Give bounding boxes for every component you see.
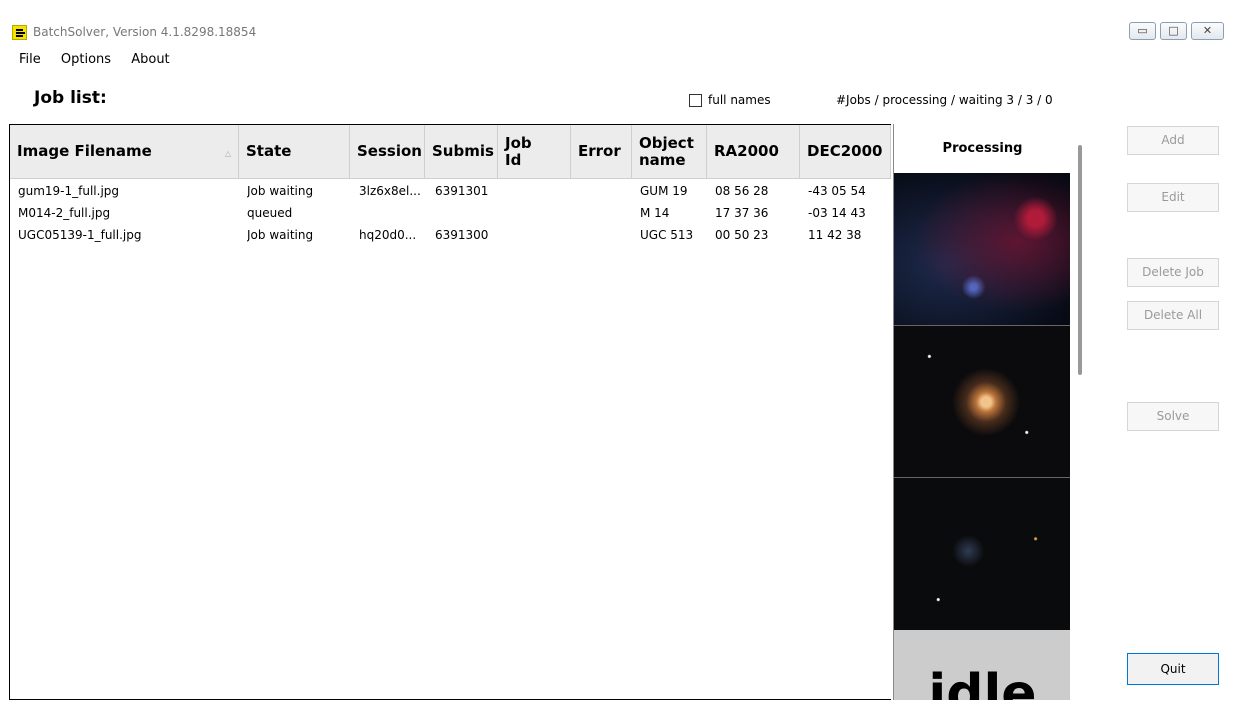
column-header-dec2000[interactable]: DEC2000 — [800, 125, 891, 178]
table-cell: gum19-1_full.jpg — [18, 184, 120, 198]
table-row[interactable]: gum19-1_full.jpg Job waiting 3lz6x8el... 63… — [10, 181, 891, 203]
edit-button[interactable]: Edit — [1127, 183, 1219, 212]
delete-job-button[interactable]: Delete Job — [1127, 258, 1219, 287]
processing-panel: Processing idle — [893, 124, 1070, 700]
processing-header: Processing — [894, 124, 1070, 173]
idle-text: idle — [928, 664, 1037, 700]
column-header-ra2000[interactable]: RA2000 — [707, 125, 800, 178]
column-header-session[interactable]: Session — [350, 125, 425, 178]
table-cell: -43 05 54 — [808, 184, 866, 198]
menu-options[interactable]: Options — [61, 52, 111, 67]
table-cell: hq20d0... — [359, 228, 417, 242]
delete-all-button[interactable]: Delete All — [1127, 301, 1219, 330]
table-cell: 11 42 38 — [808, 228, 862, 242]
table-row[interactable]: M014-2_full.jpg queued M 14 17 37 36 -03 14 … — [10, 203, 891, 225]
table-cell: Job waiting — [247, 228, 314, 242]
table-cell: M014-2_full.jpg — [18, 206, 111, 220]
full-names-label: full names — [708, 93, 771, 107]
sort-ascending-icon: △ — [224, 149, 231, 158]
full-names-option[interactable]: full names — [689, 93, 771, 107]
table-cell: M 14 — [640, 206, 670, 220]
table-cell: 17 37 36 — [715, 206, 769, 220]
column-header-image-filename[interactable]: Image Filename △ — [10, 125, 239, 178]
table-cell: 6391300 — [435, 228, 489, 242]
column-header-error[interactable]: Error — [571, 125, 632, 178]
minimize-icon: ▭ — [1137, 24, 1148, 37]
close-icon: ✕ — [1202, 24, 1213, 37]
table-cell: 3lz6x8el... — [359, 184, 421, 198]
app-icon — [12, 25, 27, 40]
full-names-checkbox[interactable] — [689, 93, 702, 107]
table-cell: GUM 19 — [640, 184, 688, 198]
maximize-icon: □ — [1168, 24, 1179, 37]
column-header-submission[interactable]: Submis — [425, 125, 498, 178]
table-cell: -03 14 43 — [808, 206, 866, 220]
title-bar: BatchSolver, Version 4.1.8298.18854 ▭ □ … — [0, 0, 1257, 44]
table-row[interactable]: UGC05139-1_full.jpg Job waiting hq20d0... 6… — [10, 225, 891, 247]
close-button[interactable]: ✕ — [1191, 22, 1224, 40]
table-cell: UGC05139-1_full.jpg — [18, 228, 142, 242]
column-header-object-name[interactable]: Object name — [632, 125, 707, 178]
nebula-thumbnail — [894, 173, 1070, 325]
add-button[interactable]: Add — [1127, 126, 1219, 155]
job-list-label: Job list: — [34, 88, 107, 108]
table-cell: Job waiting — [247, 184, 314, 198]
table-cell: 08 56 28 — [715, 184, 769, 198]
table-cell: 6391301 — [435, 184, 489, 198]
processing-scrollbar[interactable] — [1078, 145, 1082, 375]
menu-file[interactable]: File — [19, 52, 41, 67]
minimize-button[interactable]: ▭ — [1129, 22, 1156, 40]
window-title: BatchSolver, Version 4.1.8298.18854 — [33, 25, 257, 39]
table-cell: queued — [247, 206, 293, 220]
idle-status: idle — [894, 630, 1070, 700]
menu-bar: File Options About — [19, 52, 186, 67]
quit-button[interactable]: Quit — [1127, 653, 1219, 685]
maximize-button[interactable]: □ — [1160, 22, 1187, 40]
job-grid[interactable]: Image Filename △ State Session Submis Job… — [9, 124, 891, 700]
column-header-state[interactable]: State — [239, 125, 350, 178]
table-cell: 00 50 23 — [715, 228, 769, 242]
job-stats: #Jobs / processing / waiting 3 / 3 / 0 — [836, 93, 1053, 107]
solve-button[interactable]: Solve — [1127, 402, 1219, 431]
dwarf-galaxy-thumbnail — [894, 477, 1070, 630]
globular-cluster-thumbnail — [894, 325, 1070, 478]
table-cell: UGC 513 — [640, 228, 694, 242]
grid-header: Image Filename △ State Session Submis Job… — [10, 125, 891, 179]
menu-about[interactable]: About — [131, 52, 169, 67]
column-header-job-id[interactable]: Job Id — [498, 125, 571, 178]
